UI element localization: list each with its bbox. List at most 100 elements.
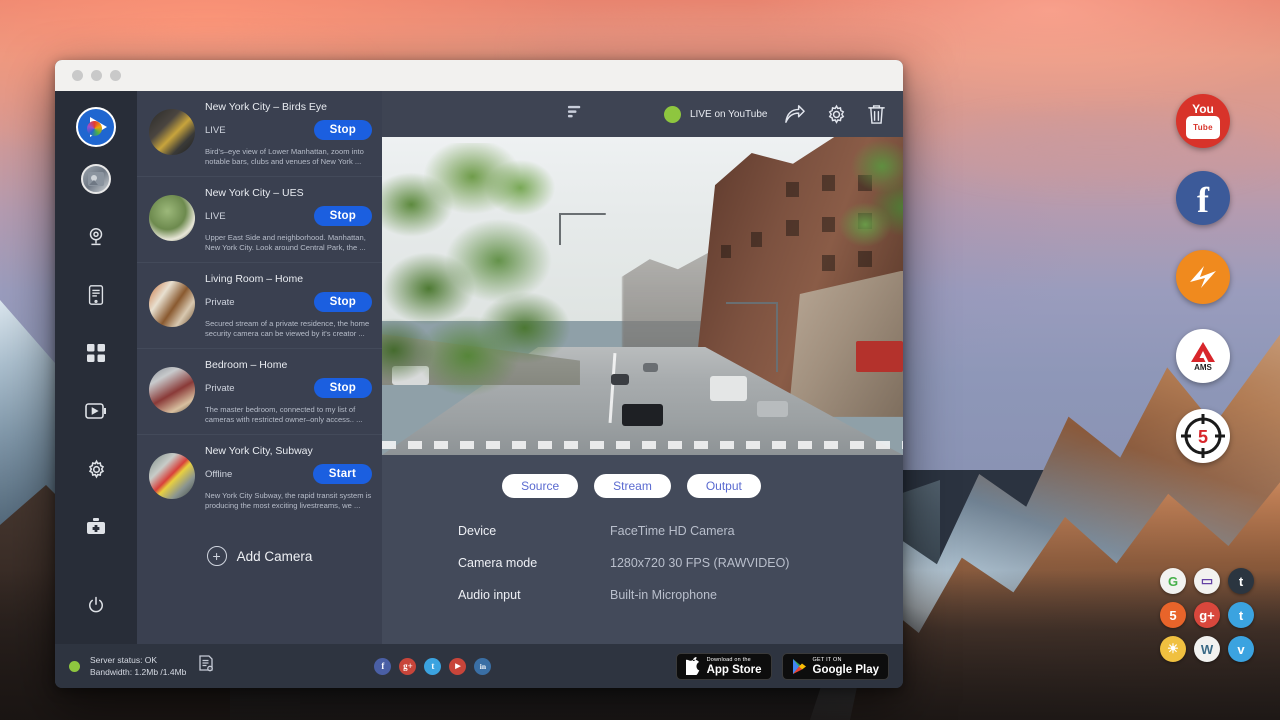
video-car — [643, 363, 659, 373]
camera-thumbnail — [149, 109, 195, 155]
camera-list-item[interactable]: New York City – UES LIVE Stop Upper East… — [137, 177, 382, 263]
twitch-glyph: ▭ — [1201, 573, 1213, 589]
window-maximize-button[interactable] — [110, 70, 121, 81]
apple-icon — [686, 657, 701, 675]
desktop-icon-twitter[interactable]: t — [1228, 602, 1254, 628]
sidebar-item-account-avatar[interactable] — [81, 164, 111, 194]
sidebar-item-power[interactable] — [81, 590, 111, 620]
camera-list-item[interactable]: Bedroom – Home Private Stop The master b… — [137, 349, 382, 435]
tab-output[interactable]: Output — [687, 474, 761, 498]
camera-list-item[interactable]: Living Room – Home Private Stop Secured … — [137, 263, 382, 349]
sidebar-item-settings[interactable] — [81, 454, 111, 484]
sidebar-item-device[interactable] — [81, 280, 111, 310]
desktop-icon-sun[interactable]: ☀ — [1160, 636, 1186, 662]
google-play-badge[interactable]: GET IT ON Google Play — [782, 653, 889, 680]
footer-linkedin-icon[interactable]: in — [474, 658, 491, 675]
window-minimize-button[interactable] — [91, 70, 102, 81]
footer-twitter-icon[interactable]: t — [424, 658, 441, 675]
camera-controls-row: LIVE Stop — [205, 120, 372, 140]
desktop-icon-livestream-five[interactable]: 5 — [1176, 409, 1230, 463]
sidebar-rail — [55, 91, 137, 644]
detail-row-device: Device FaceTime HD Camera — [458, 524, 903, 538]
detail-row-camera-mode: Camera mode 1280x720 30 FPS (RAWVIDEO) — [458, 556, 903, 570]
delete-button[interactable] — [867, 104, 886, 125]
live-status-label: LIVE on YouTube — [690, 109, 767, 120]
footer-google-plus-icon[interactable]: g+ — [399, 658, 416, 675]
detail-value[interactable]: Built-in Microphone — [610, 588, 717, 602]
share-button[interactable] — [784, 104, 806, 124]
camera-action-button[interactable]: Stop — [314, 378, 372, 398]
camera-action-button[interactable]: Stop — [314, 206, 372, 226]
camera-list-item[interactable]: New York City – Birds Eye LIVE Stop Bird… — [137, 91, 382, 177]
detail-label: Camera mode — [458, 556, 610, 570]
tab-source[interactable]: Source — [502, 474, 578, 498]
detail-value[interactable]: 1280x720 30 FPS (RAWVIDEO) — [610, 556, 789, 570]
footer-youtube-icon[interactable]: ▶ — [449, 658, 466, 675]
add-camera-button[interactable]: + Add Camera — [137, 520, 382, 566]
sort-icon — [567, 103, 584, 120]
tab-stream[interactable]: Stream — [594, 474, 671, 498]
detail-label: Device — [458, 524, 610, 538]
footer-facebook-icon[interactable]: f — [374, 658, 391, 675]
window-close-button[interactable] — [72, 70, 83, 81]
desktop-icon-wordpress[interactable]: W — [1194, 636, 1220, 662]
camera-description: Secured stream of a private residence, t… — [205, 319, 372, 339]
camera-info: Living Room – Home Private Stop Secured … — [205, 272, 372, 339]
camera-thumbnail — [149, 453, 195, 499]
video-preview[interactable] — [382, 137, 903, 455]
desktop-icon-adobe-ams[interactable]: AMS — [1176, 329, 1230, 383]
camera-list[interactable]: New York City – Birds Eye LIVE Stop Bird… — [137, 91, 382, 644]
camera-status: LIVE — [205, 211, 226, 222]
log-button[interactable]: i — [198, 655, 214, 677]
window-titlebar[interactable] — [55, 60, 903, 91]
video-window — [786, 182, 799, 198]
desktop-icon-google-plus[interactable]: g+ — [1194, 602, 1220, 628]
google-plus-glyph: g+ — [1199, 608, 1215, 623]
window-body: New York City – Birds Eye LIVE Stop Bird… — [55, 91, 903, 644]
google-play-icon — [792, 658, 807, 675]
sidebar-item-support[interactable] — [81, 512, 111, 542]
desktop-icon-facebook[interactable]: f — [1176, 171, 1230, 225]
desktop-icon-vimeo[interactable]: v — [1228, 636, 1254, 662]
camera-title: Bedroom – Home — [205, 358, 372, 372]
camera-title: Living Room – Home — [205, 272, 372, 286]
camera-title: New York City – Birds Eye — [205, 100, 372, 114]
camera-thumbnail — [149, 367, 195, 413]
camera-controls-row: Private Stop — [205, 292, 372, 312]
desktop-icon-tumblr[interactable]: t — [1228, 568, 1254, 594]
camera-title: New York City, Subway — [205, 444, 372, 458]
youtube-label-top: You — [1192, 103, 1214, 115]
live-status-dot — [664, 106, 681, 123]
detail-value[interactable]: FaceTime HD Camera — [610, 524, 735, 538]
desktop-icon-youtube[interactable]: You Tube — [1176, 94, 1230, 148]
desktop-icon-wowza[interactable] — [1176, 250, 1230, 304]
sidebar-item-broadcast[interactable] — [81, 396, 111, 426]
camera-description: New York City Subway, the rapid transit … — [205, 491, 372, 511]
video-car — [611, 374, 629, 385]
desktop-icon-groups[interactable]: G — [1160, 568, 1186, 594]
app-logo[interactable] — [76, 107, 116, 147]
camera-action-button[interactable]: Stop — [314, 292, 372, 312]
camera-action-button[interactable]: Stop — [314, 120, 372, 140]
settings-button[interactable] — [826, 104, 847, 125]
sort-button[interactable] — [567, 103, 584, 125]
camera-description: Bird's–eye view of Lower Manhattan, zoom… — [205, 147, 372, 167]
sidebar-item-camera[interactable] — [81, 222, 111, 252]
logo-color-blob — [87, 121, 102, 136]
youtube-label-bottom: Tube — [1186, 116, 1220, 139]
video-traffic-pole — [776, 302, 778, 372]
video-car — [757, 401, 788, 417]
tv-play-icon — [84, 401, 108, 421]
video-trees-left — [382, 143, 590, 423]
sidebar-item-dashboard[interactable] — [81, 338, 111, 368]
desktop-icon-twitch[interactable]: ▭ — [1194, 568, 1220, 594]
ams-label: AMS — [1194, 364, 1212, 372]
app-store-badge[interactable]: Download on the App Store — [676, 653, 772, 680]
camera-action-button[interactable]: Start — [313, 464, 372, 484]
camera-controls-row: Private Stop — [205, 378, 372, 398]
video-window — [786, 220, 799, 236]
facebook-glyph: f — [381, 661, 384, 671]
camera-list-item[interactable]: New York City, Subway Offline Start New … — [137, 435, 382, 520]
desktop-icon-livestream[interactable]: 5 — [1160, 602, 1186, 628]
video-red-awning — [856, 341, 903, 373]
